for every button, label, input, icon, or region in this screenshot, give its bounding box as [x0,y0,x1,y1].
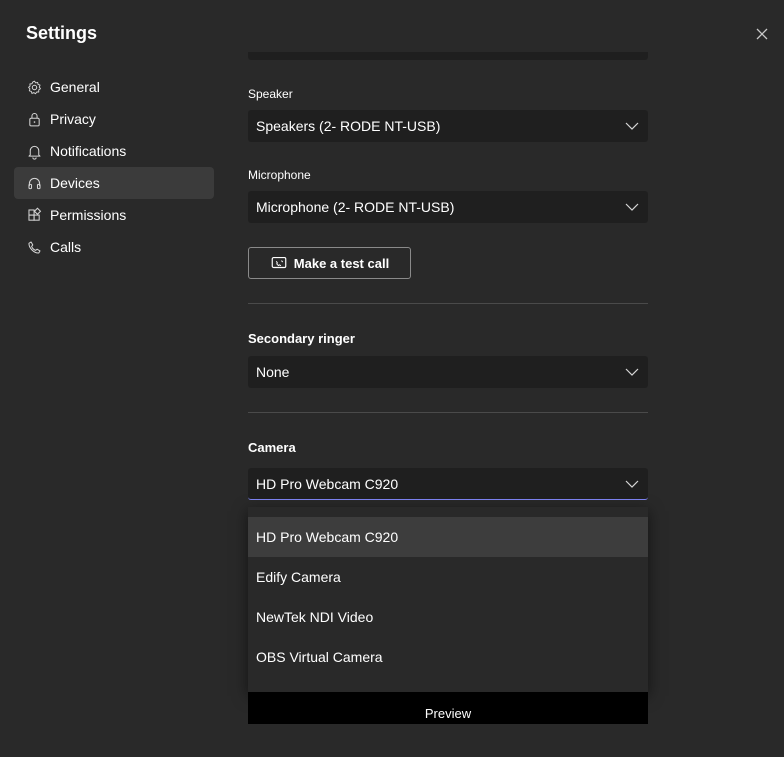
settings-nav: General Privacy Notifications Devices Pe… [14,71,214,263]
camera-option[interactable]: NewTek NDI Video [248,597,648,637]
preview-label: Preview [424,706,472,721]
camera-select[interactable]: HD Pro Webcam C920 [248,468,648,500]
microphone-select[interactable]: Microphone (2- RODE NT-USB) [248,191,648,223]
nav-item-label: General [50,79,100,95]
close-icon [756,28,768,40]
nav-item-label: Devices [50,175,100,191]
nav-item-privacy[interactable]: Privacy [14,103,214,135]
test-call-icon [270,254,288,272]
nav-item-calls[interactable]: Calls [14,231,214,263]
phone-icon [25,238,43,256]
nav-item-general[interactable]: General [14,71,214,103]
nav-item-label: Notifications [50,143,127,159]
gear-icon [25,78,43,96]
microphone-label: Microphone [248,168,311,182]
bell-icon [25,142,43,160]
microphone-value: Microphone (2- RODE NT-USB) [256,199,455,215]
apps-icon [25,206,43,224]
test-call-label: Make a test call [293,255,390,271]
secondary-ringer-select[interactable]: None [248,356,648,388]
settings-title: Settings [26,23,98,43]
headset-icon [25,174,43,192]
speaker-select[interactable]: Speakers (2- RODE NT-USB) [248,110,648,142]
camera-value: HD Pro Webcam C920 [256,475,399,492]
camera-dropdown-list: HD Pro Webcam C920 Edify Camera NewTek N… [248,507,648,692]
lock-icon [25,110,43,128]
chevron-down-icon [625,203,639,211]
make-test-call-button[interactable]: Make a test call [248,247,411,279]
nav-item-permissions[interactable]: Permissions [14,199,214,231]
chevron-down-icon [625,122,639,130]
chevron-down-icon [625,368,639,376]
previous-field-edge [248,52,648,60]
camera-label: Camera [248,440,296,455]
speaker-value: Speakers (2- RODE NT-USB) [256,118,441,134]
nav-item-label: Privacy [50,111,96,127]
chevron-down-icon [625,480,639,488]
close-button[interactable] [752,24,772,44]
camera-option[interactable]: Edify Camera [248,557,648,597]
camera-option[interactable]: HD Pro Webcam C920 [248,517,648,557]
secondary-ringer-label: Secondary ringer [248,331,355,346]
speaker-label: Speaker [248,87,293,101]
nav-item-notifications[interactable]: Notifications [14,135,214,167]
section-divider [248,303,648,304]
camera-option[interactable]: OBS Virtual Camera [248,637,648,677]
camera-preview: Preview [248,692,648,724]
nav-item-label: Calls [50,239,82,255]
secondary-ringer-value: None [256,364,290,380]
section-divider [248,412,648,413]
nav-item-devices[interactable]: Devices [14,167,214,199]
nav-item-label: Permissions [50,207,127,223]
